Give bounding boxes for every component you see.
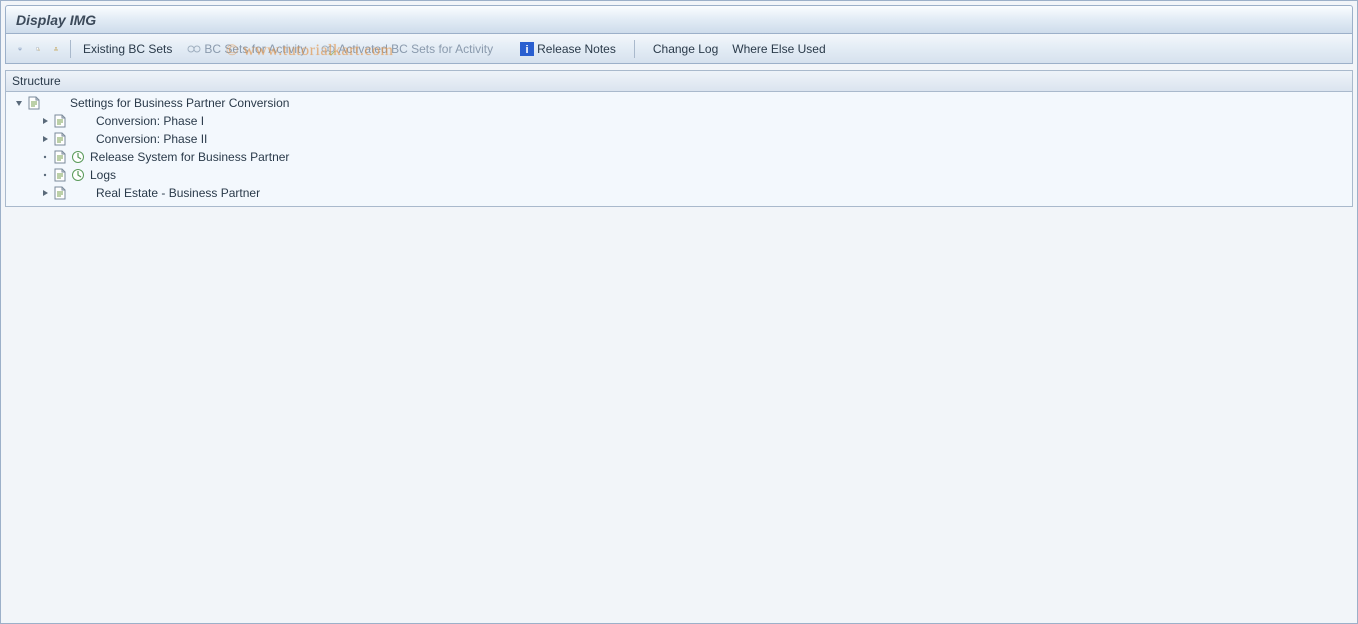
window-title: Display IMG <box>16 12 96 28</box>
info-icon: i <box>519 41 535 57</box>
glasses-check-icon <box>320 41 336 57</box>
tree-item-release-system[interactable]: Release System for Business Partner <box>6 148 1352 166</box>
change-log-button[interactable]: Change Log <box>647 38 724 60</box>
tree-item-label: Conversion: Phase II <box>88 132 207 146</box>
document-icon[interactable] <box>52 131 68 147</box>
structure-header-label: Structure <box>12 74 61 88</box>
tree-item-label: Logs <box>88 168 116 182</box>
execute-clock-icon[interactable] <box>70 149 86 165</box>
leaf-bullet-icon <box>40 170 50 180</box>
bc-sets-for-activity-button: BC Sets for Activity <box>180 38 312 60</box>
app-window: Display IMG Existing BC Sets BC Sets for… <box>1 1 1357 623</box>
tree-item-logs[interactable]: Logs <box>6 166 1352 184</box>
collapse-icon[interactable] <box>14 98 24 108</box>
activated-bc-sets-label: Activated BC Sets for Activity <box>338 42 493 56</box>
structure-panel: Structure Settings for Business Partner … <box>5 70 1353 623</box>
tree-item-label: Conversion: Phase I <box>88 114 204 128</box>
hierarchy-icon[interactable] <box>48 41 64 57</box>
expand-icon[interactable] <box>40 116 50 126</box>
svg-text:i: i <box>526 44 529 56</box>
expand-icon[interactable] <box>40 134 50 144</box>
expand-all-icon[interactable] <box>12 41 28 57</box>
leaf-bullet-icon <box>40 152 50 162</box>
tree-item-phase-2[interactable]: Conversion: Phase II <box>6 130 1352 148</box>
document-icon[interactable] <box>52 185 68 201</box>
tree-container: Settings for Business Partner Conversion… <box>5 92 1353 207</box>
find-icon[interactable] <box>30 41 46 57</box>
tree-item-real-estate[interactable]: Real Estate - Business Partner <box>6 184 1352 202</box>
glasses-icon <box>186 41 202 57</box>
toolbar: Existing BC Sets BC Sets for Activity Ac… <box>5 34 1353 64</box>
tree-root-row[interactable]: Settings for Business Partner Conversion <box>6 94 1352 112</box>
document-icon[interactable] <box>52 149 68 165</box>
toolbar-separator <box>70 40 71 58</box>
toolbar-separator <box>634 40 635 58</box>
document-icon[interactable] <box>52 113 68 129</box>
execute-clock-icon[interactable] <box>70 167 86 183</box>
tree-item-phase-1[interactable]: Conversion: Phase I <box>6 112 1352 130</box>
bc-sets-for-activity-label: BC Sets for Activity <box>204 42 306 56</box>
where-else-used-button[interactable]: Where Else Used <box>726 38 831 60</box>
release-notes-button[interactable]: i Release Notes <box>513 38 622 60</box>
release-notes-label: Release Notes <box>537 42 616 56</box>
expand-icon[interactable] <box>40 188 50 198</box>
window-title-bar: Display IMG <box>5 5 1353 34</box>
activated-bc-sets-button: Activated BC Sets for Activity <box>314 38 499 60</box>
existing-bc-sets-button[interactable]: Existing BC Sets <box>77 38 178 60</box>
tree-root-label: Settings for Business Partner Conversion <box>62 96 289 110</box>
tree-item-label: Real Estate - Business Partner <box>88 186 260 200</box>
document-icon[interactable] <box>52 167 68 183</box>
document-icon[interactable] <box>26 95 42 111</box>
structure-header: Structure <box>5 70 1353 92</box>
tree-item-label: Release System for Business Partner <box>88 150 289 164</box>
